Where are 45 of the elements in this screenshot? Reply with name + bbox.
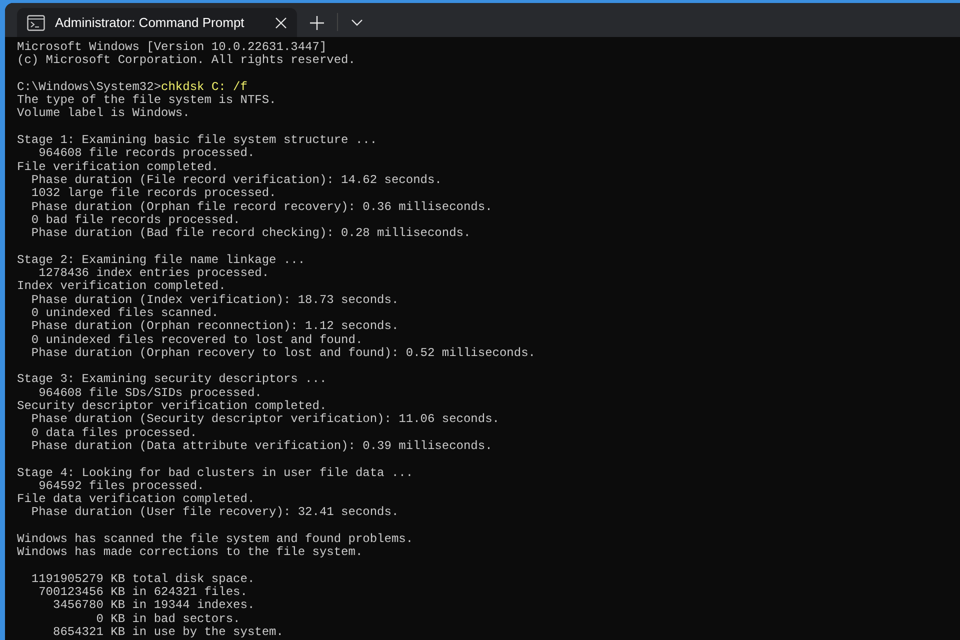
console-line: 0 unindexed files recovered to lost and found. (30, 334, 363, 347)
close-tab-button[interactable] (275, 16, 287, 28)
console-line: 0 bad file records processed. (30, 214, 240, 227)
console-line: 3456780 KB in 19344 indexes. (52, 599, 255, 613)
console-line: File verification completed. (17, 160, 219, 174)
console-line: Phase duration (Security descriptor verification): 11.06 seconds. (30, 413, 500, 427)
console-line: Phase duration (User file recovery): 32.41 seconds. (30, 506, 399, 520)
console-line: Security descriptor verification completed. (17, 400, 327, 414)
command-line: C:\Windows\System32>chkdsk C: /f (17, 80, 248, 94)
tab[interactable]: Administrator: Command Prompt (17, 8, 297, 37)
console-line: Phase duration (Data attribute verification): 0.39 milliseconds. (30, 440, 492, 454)
chevron-down-icon (351, 18, 363, 26)
console-line: Phase duration (Orphan recovery to lost and found): 0.52 milliseconds. (30, 346, 536, 360)
console-line: 1191905279 KB total disk space. (30, 572, 255, 586)
plus-icon (310, 16, 324, 30)
console-line: Windows has made corrections to the file system. (17, 546, 363, 560)
console-line: Windows has scanned the file system and found problems. (17, 532, 414, 546)
close-icon (275, 16, 287, 28)
terminal-icon (27, 14, 45, 30)
console-line: Phase duration (Orphan reconnection): 1.12 seconds. (30, 320, 399, 334)
console-line: File data verification completed. (17, 493, 255, 506)
console-line: 964608 file SDs/SIDs processed. (38, 386, 262, 400)
console-line: Volume label is Windows. (17, 107, 190, 121)
console-line: (c) Microsoft Corporation. All rights reserved. (17, 54, 356, 68)
console-line: Stage 3: Examining security descriptors ... (17, 373, 327, 387)
console-line: Phase duration (Index verification): 18.73 seconds. (30, 294, 399, 307)
console-line: 0 KB in bad sectors. (95, 612, 240, 626)
console-line: 700123456 KB in 624321 files. (38, 586, 248, 600)
console-line: Phase duration (Orphan file record recovery): 0.36 milliseconds. (30, 200, 492, 214)
console-line: 964608 file records processed. (38, 147, 255, 161)
console-line: The type of the file system is NTFS. (17, 94, 276, 108)
console-line: Index verification completed. (17, 280, 226, 294)
console-line: 964592 files processed. (38, 480, 204, 493)
console-line: 8654321 KB in use by the system. (52, 626, 284, 640)
console-line: Stage 4: Looking for bad clusters in user file data ... (17, 466, 414, 480)
console-line: Microsoft Windows [Version 10.0.22631.3447] (17, 41, 327, 54)
console-line: 0 data files processed. (30, 426, 198, 440)
console-line: 1032 large file records processed. (30, 187, 276, 201)
console-line: Phase duration (Bad file record checking): 0.28 milliseconds. (30, 227, 471, 240)
console-line: Stage 1: Examining basic file system structure ... (17, 134, 378, 148)
tab-title: Administrator: Command Prompt (55, 14, 246, 32)
console-line: Phase duration (File record verification): 14.62 seconds. (30, 174, 442, 187)
console-line: 0 unindexed files scanned. (30, 306, 219, 320)
console-line: 1278436 index entries processed. (38, 267, 270, 280)
console-line: Stage 2: Examining file name linkage ... (17, 254, 306, 267)
